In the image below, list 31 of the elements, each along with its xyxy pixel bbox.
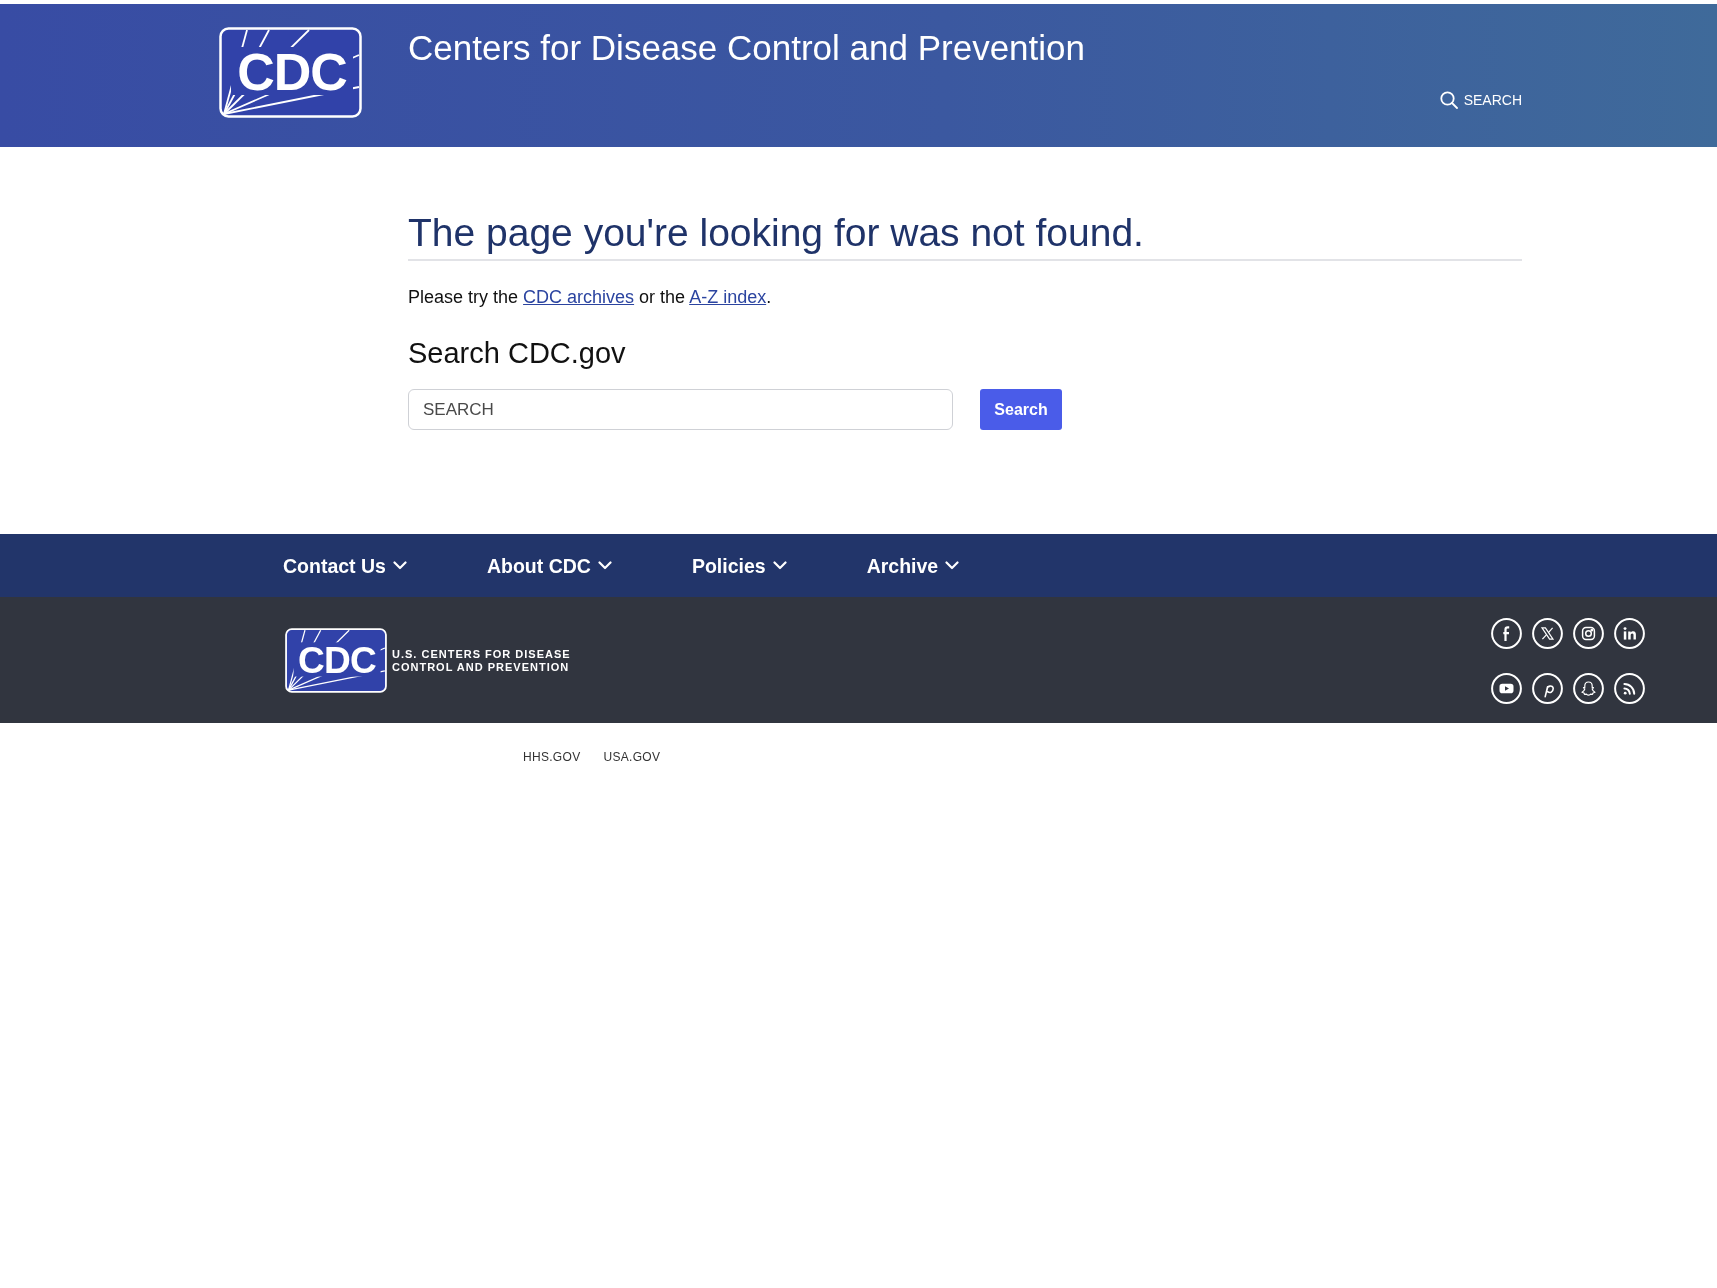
link[interactable]: CDC archives — [523, 287, 635, 307]
chevron-down-icon — [597, 561, 612, 570]
search-submit-button[interactable]: Search — [980, 389, 1062, 430]
search-field[interactable]: SEARCH — [408, 389, 953, 430]
site-title: Centers for Disease Control and Prevention — [408, 27, 1085, 69]
message-text: Please try the CDC archives or the A-Z index. — [408, 286, 772, 309]
search-button[interactable]: SEARCH — [1439, 91, 1522, 109]
search-heading: Search CDC.gov — [408, 336, 626, 370]
link[interactable]: A-Z index — [689, 287, 767, 307]
agency-name: U.S. CENTERS FOR DISEASE CONTROL AND PREVENTION — [392, 647, 571, 674]
snapchat-icon[interactable] — [1573, 673, 1604, 704]
nav-menu-button[interactable]: About CDC — [486, 553, 612, 578]
instagram-icon[interactable] — [1573, 618, 1604, 649]
site-logo[interactable]: CDC — [219, 27, 362, 118]
youtube-icon[interactable] — [1491, 673, 1522, 704]
nav-menu-button[interactable]: Policies — [691, 553, 787, 578]
linkedin-icon[interactable] — [1614, 618, 1645, 649]
chevron-down-icon — [772, 561, 787, 570]
rss-icon[interactable] — [1614, 673, 1645, 704]
nav-menu-button[interactable]: Contact Us — [283, 553, 407, 578]
search-icon — [1439, 91, 1458, 109]
footer-logo: CDC — [285, 628, 387, 693]
x-icon[interactable] — [1532, 618, 1563, 649]
nav-menu-button[interactable]: Archive — [866, 553, 960, 578]
chevron-down-icon — [945, 561, 960, 570]
footer-link[interactable]: HHS.GOV — [523, 749, 581, 765]
facebook-icon[interactable] — [1491, 618, 1522, 649]
pinterest-icon[interactable] — [1532, 673, 1563, 704]
chevron-down-icon — [392, 561, 407, 570]
footer-link[interactable]: USA.GOV — [603, 749, 661, 765]
page-heading: The page you're looking for was not found. — [408, 210, 1144, 256]
